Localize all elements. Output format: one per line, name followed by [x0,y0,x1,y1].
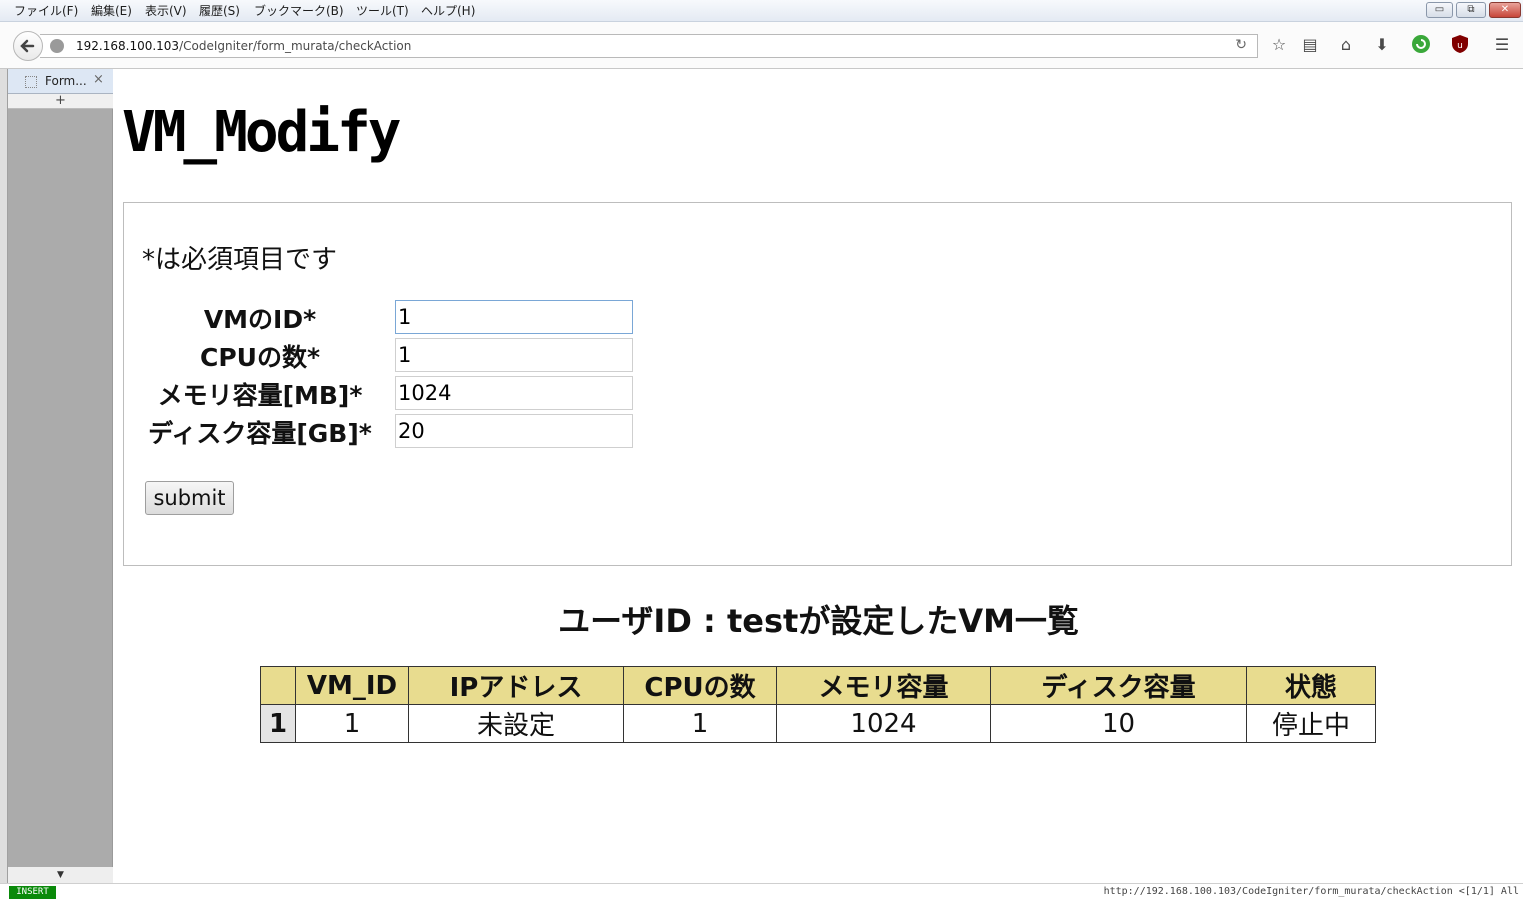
status-bar: INSERT http://192.168.100.103/CodeIgnite… [0,883,1523,900]
url-bar[interactable]: 192.168.100.103/CodeIgniter/form_murata/… [40,34,1258,58]
submit-button[interactable]: submit [145,481,234,515]
table-cell-memory: 1024 [776,704,991,743]
back-icon [20,39,35,53]
navigation-bar: 192.168.100.103/CodeIgniter/form_murata/… [0,22,1523,69]
page-icon [25,76,37,88]
site-identity-icon[interactable] [50,39,64,53]
menu-file[interactable]: ファイル(F) [14,2,78,19]
url-path: /CodeIgniter/form_murata/checkAction [179,39,412,53]
green-refresh-icon[interactable] [1410,34,1432,56]
table-header-status: 状態 [1246,666,1376,705]
vm-list-heading: ユーザID : testが設定したVM一覧 [558,602,1079,640]
page-title: VM_Modify [122,100,401,165]
disk-input[interactable] [395,414,633,448]
url-text[interactable]: 192.168.100.103/CodeIgniter/form_murata/… [76,39,411,53]
menu-bookmarks[interactable]: ブックマーク(B) [254,2,344,19]
new-tab-button[interactable]: + [8,94,113,109]
memory-input[interactable] [395,376,633,410]
scroll-down-icon[interactable]: ▼ [8,867,113,883]
menu-help[interactable]: ヘルプ(H) [421,2,475,19]
vm-list-table: VM_ID IPアドレス CPUの数 メモリ容量 ディスク容量 状態 1 1 未… [260,666,1376,743]
home-icon[interactable]: ⌂ [1335,34,1357,56]
table-header-cpu: CPUの数 [623,666,777,705]
table-row: 1 1 未設定 1 1024 10 停止中 [260,704,1376,743]
menu-view[interactable]: 表示(V) [145,2,187,19]
vm-id-label: VMのID* [203,305,317,334]
table-header-index [260,666,296,705]
table-header-memory: メモリ容量 [776,666,991,705]
menu-icon[interactable]: ☰ [1491,34,1513,56]
table-cell-ip: 未設定 [408,704,624,743]
table-cell-disk: 10 [990,704,1247,743]
reading-list-icon[interactable]: ▤ [1299,34,1321,56]
vm-id-input[interactable] [395,300,633,334]
star-icon[interactable]: ☆ [1268,34,1290,56]
page-content: VM_Modify *は必須項目です VMのID* CPUの数* メモリ容量[M… [114,70,1523,883]
table-header-vm-id: VM_ID [295,666,409,705]
status-url: http://192.168.100.103/CodeIgniter/form_… [1103,886,1519,897]
cpu-count-label: CPUの数* [199,343,321,372]
sidebar-strip [0,69,8,883]
menu-history[interactable]: 履歴(S) [199,2,240,19]
tab-sidebar: Form... × + ▼ [0,69,113,883]
menu-edit[interactable]: 編集(E) [91,2,132,19]
url-host: 192.168.100.103 [76,39,180,53]
restore-button[interactable]: ⧉ [1456,2,1486,18]
required-note: *は必須項目です [142,245,338,275]
disk-label: ディスク容量[GB]* [148,419,372,448]
download-icon[interactable]: ⬇ [1371,34,1393,56]
svg-text:u: u [1457,41,1463,51]
table-cell-status: 停止中 [1246,704,1376,743]
table-cell-index: 1 [260,704,296,743]
vm-modify-form: *は必須項目です VMのID* CPUの数* メモリ容量[MB]* ディスク容量… [123,202,1512,566]
reload-icon[interactable]: ↻ [1235,37,1247,53]
table-cell-vm-id: 1 [295,704,409,743]
ublock-icon[interactable]: u [1449,34,1471,56]
tab-form[interactable]: Form... × [8,69,113,94]
menu-bar: ファイル(F) 編集(E) 表示(V) 履歴(S) ブックマーク(B) ツール(… [0,0,1523,22]
menu-tools[interactable]: ツール(T) [356,2,409,19]
table-header-row: VM_ID IPアドレス CPUの数 メモリ容量 ディスク容量 状態 [260,666,1376,705]
table-header-disk: ディスク容量 [990,666,1247,705]
mode-indicator: INSERT [9,886,56,899]
table-header-ip: IPアドレス [408,666,624,705]
memory-label: メモリ容量[MB]* [157,381,363,410]
tab-label: Form... [45,74,87,88]
tab-close-icon[interactable]: × [93,72,104,87]
table-cell-cpu: 1 [623,704,777,743]
cpu-count-input[interactable] [395,338,633,372]
back-button[interactable] [13,31,43,61]
close-window-button[interactable]: ✕ [1489,2,1521,18]
minimize-button[interactable]: ▭ [1426,2,1453,18]
